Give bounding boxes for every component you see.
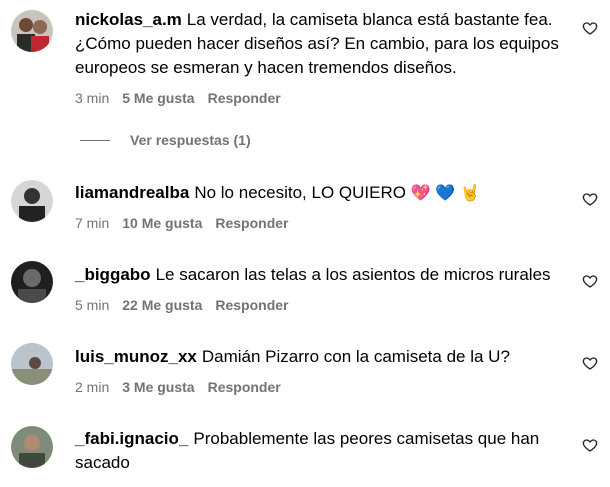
avatar-image — [11, 10, 53, 52]
comment-username[interactable]: _fabi.ignacio_ — [75, 429, 188, 448]
comment-body: _fabi.ignacio_ Probablemente las peores c… — [75, 427, 570, 475]
like-heart-icon[interactable] — [582, 191, 598, 207]
replies-divider-line — [80, 139, 110, 141]
avatar[interactable] — [11, 343, 53, 385]
comment-username[interactable]: liamandrealba — [75, 183, 189, 202]
view-replies-label: Ver respuestas (1) — [130, 132, 251, 148]
like-heart-icon[interactable] — [582, 20, 598, 36]
reply-button[interactable]: Responder — [215, 215, 288, 231]
like-heart-icon[interactable] — [582, 355, 598, 371]
avatar-image — [11, 180, 53, 222]
avatar-image — [11, 343, 53, 385]
comment-username[interactable]: nickolas_a.m — [75, 10, 182, 29]
avatar-image — [11, 426, 53, 468]
avatar[interactable] — [11, 261, 53, 303]
comment-time: 3 min — [75, 90, 110, 106]
comment-meta: 7 min 10 Me gusta Responder — [75, 214, 302, 232]
reply-button[interactable]: Responder — [208, 379, 281, 395]
emoji-rock-hand: 🤘 — [460, 185, 480, 202]
reply-button[interactable]: Responder — [215, 297, 288, 313]
likes-count[interactable]: 10 Me gusta — [122, 215, 202, 231]
comment-body: liamandrealba No lo necesito, LO QUIERO 💖… — [75, 181, 570, 206]
comment-text: No lo necesito, LO QUIERO — [194, 183, 406, 202]
avatar[interactable] — [11, 426, 53, 468]
comment-time: 7 min — [75, 215, 110, 231]
comment-body: _biggabo Le sacaron las telas a los asien… — [75, 263, 570, 287]
comment-meta: 2 min 3 Me gusta Responder — [75, 378, 294, 396]
likes-count[interactable]: 3 Me gusta — [122, 379, 194, 395]
comment-username[interactable]: luis_munoz_xx — [75, 347, 197, 366]
comment-meta: 5 min 22 Me gusta Responder — [75, 296, 302, 314]
comment-text: Le sacaron las telas a los asientos de m… — [155, 265, 551, 284]
comment-body: luis_munoz_xx Damián Pizarro con la camis… — [75, 345, 570, 369]
comment-time: 5 min — [75, 297, 110, 313]
avatar-image — [11, 261, 53, 303]
comment-time: 2 min — [75, 379, 110, 395]
reply-button[interactable]: Responder — [208, 90, 281, 106]
likes-count[interactable]: 5 Me gusta — [122, 90, 194, 106]
avatar[interactable] — [11, 10, 53, 52]
avatar[interactable] — [11, 180, 53, 222]
emoji-pink-heart: 💖 — [410, 185, 431, 202]
like-heart-icon[interactable] — [582, 437, 598, 453]
like-heart-icon[interactable] — [582, 273, 598, 289]
view-replies-button[interactable]: Ver respuestas (1) — [80, 132, 251, 148]
comment-text: Damián Pizarro con la camiseta de la U? — [201, 347, 510, 366]
emoji-blue-heart: 💙 — [435, 185, 456, 202]
comment-body: nickolas_a.m La verdad, la camiseta blanc… — [75, 8, 570, 80]
likes-count[interactable]: 22 Me gusta — [122, 297, 202, 313]
comment-meta: 3 min 5 Me gusta Responder — [75, 89, 294, 107]
comment-username[interactable]: _biggabo — [75, 265, 151, 284]
